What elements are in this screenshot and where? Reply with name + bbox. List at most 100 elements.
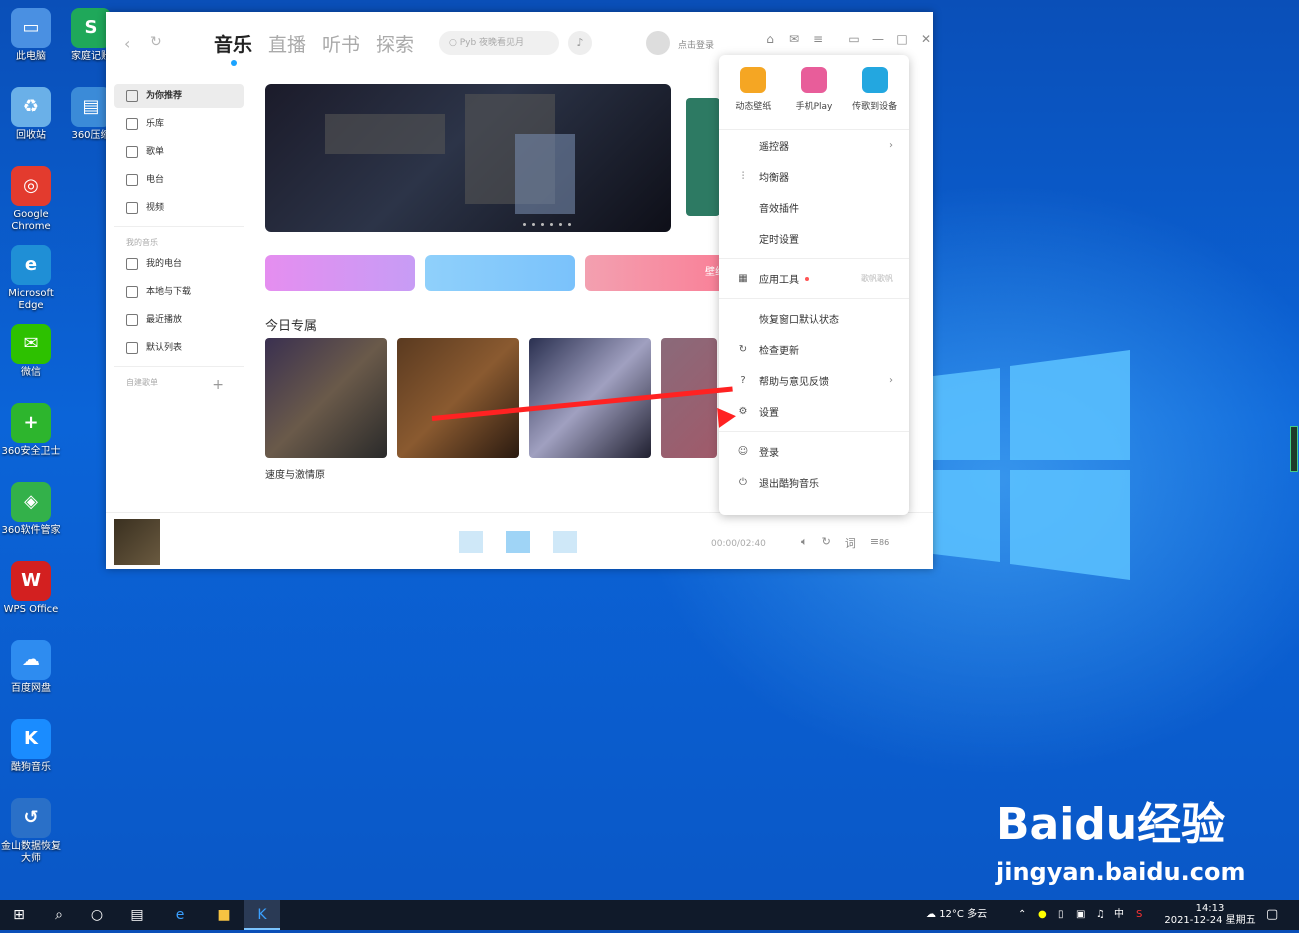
- desktop-icon[interactable]: ↺ 金山数据恢复大师: [0, 798, 64, 865]
- desktop-icon-label: Google Chrome: [11, 209, 51, 232]
- desktop-icon[interactable]: ▭ 此电脑: [0, 8, 64, 63]
- active-tab-indicator: [231, 60, 237, 66]
- weather-widget[interactable]: ☁ 12°C 多云: [926, 900, 1016, 930]
- mail-icon[interactable]: ✉: [786, 32, 802, 46]
- desktop-icon[interactable]: ✉ 微信: [0, 324, 64, 379]
- desktop-icon[interactable]: K 酷狗音乐: [0, 719, 64, 774]
- voice-search-icon[interactable]: ♪: [568, 31, 592, 55]
- desktop-icon[interactable]: ☁ 百度网盘: [0, 640, 64, 695]
- maximize-icon[interactable]: □: [894, 32, 910, 46]
- menu-separator: [719, 298, 909, 299]
- menu-quick-action[interactable]: 传歌到设备: [847, 67, 903, 129]
- custom-playlists-heading: 自建歌单 +: [114, 377, 244, 393]
- wallpaper-entry-card[interactable]: 壁纸: [585, 255, 735, 291]
- menu-item[interactable]: 恢复窗口默认状态: [719, 303, 909, 334]
- notification-icon[interactable]: ▢: [1266, 900, 1286, 930]
- back-icon[interactable]: ‹: [124, 34, 130, 53]
- loop-icon[interactable]: ↻: [822, 535, 831, 551]
- next-button[interactable]: [553, 531, 577, 553]
- playlist-card[interactable]: [265, 338, 387, 458]
- refresh-icon[interactable]: ↻: [150, 34, 162, 50]
- now-playing-cover[interactable]: [114, 519, 160, 565]
- volume-icon[interactable]: ♫: [1096, 900, 1110, 930]
- menu-item[interactable]: 定时设置: [719, 223, 909, 254]
- quick-action-label: 手机Play: [795, 102, 833, 112]
- minimize-icon[interactable]: —: [870, 32, 886, 46]
- tab-live[interactable]: 直播: [268, 30, 306, 57]
- clock[interactable]: 14:13 2021-12-24 星期五: [1160, 900, 1260, 933]
- volume-icon[interactable]: 🔈︎: [801, 535, 808, 551]
- menu-item[interactable]: ⚙ 设置: [719, 396, 909, 427]
- skin-icon[interactable]: ⌂: [762, 32, 778, 46]
- play-button[interactable]: [506, 531, 530, 553]
- tray-expand-icon[interactable]: ⌃: [1018, 900, 1030, 930]
- quick-entry-card[interactable]: [265, 255, 415, 291]
- sidebar-item[interactable]: 本地与下载: [114, 280, 244, 304]
- quick-action-icon: [800, 67, 827, 93]
- network-icon[interactable]: ▣: [1076, 900, 1090, 930]
- card-caption: 速度与激情原: [265, 470, 325, 481]
- menu-item-label: 恢复窗口默认状态: [759, 315, 839, 326]
- kugou-taskbar-icon[interactable]: K: [244, 900, 280, 930]
- sidebar-item[interactable]: 最近播放: [114, 308, 244, 332]
- tab-music[interactable]: 音乐: [214, 30, 252, 57]
- avatar[interactable]: [646, 31, 670, 55]
- sidebar-item[interactable]: 歌单: [114, 140, 244, 164]
- ie-browser-icon[interactable]: e: [162, 900, 198, 930]
- sidebar-item[interactable]: 乐库: [114, 112, 244, 136]
- menu-item[interactable]: 音效插件: [719, 192, 909, 223]
- menu-icon[interactable]: ≡: [810, 32, 826, 46]
- lyrics-button[interactable]: 词: [845, 535, 856, 551]
- menu-item[interactable]: ⏻ 退出酷狗音乐: [719, 467, 909, 498]
- tab-explore[interactable]: 探索: [376, 30, 414, 57]
- menu-item[interactable]: ☺ 登录: [719, 436, 909, 467]
- tray-360-icon[interactable]: ●: [1038, 900, 1052, 930]
- task-view-icon[interactable]: ▤: [122, 900, 152, 930]
- queue-button[interactable]: ≡86: [870, 535, 889, 551]
- desktop-icon[interactable]: e Microsoft Edge: [0, 245, 64, 312]
- prev-button[interactable]: [459, 531, 483, 553]
- playback-time: 00:00/02:40: [711, 539, 766, 549]
- menu-quick-action[interactable]: 动态壁纸: [725, 67, 781, 129]
- banner-pagination[interactable]: [523, 223, 571, 226]
- add-playlist-icon[interactable]: +: [212, 377, 224, 393]
- start-button[interactable]: ⊞: [4, 900, 34, 930]
- login-link[interactable]: 点击登录: [678, 38, 714, 51]
- banner-next-preview[interactable]: [686, 98, 720, 216]
- sidebar-item[interactable]: 电台: [114, 168, 244, 192]
- desktop-icon[interactable]: W WPS Office: [0, 561, 64, 616]
- menu-item[interactable]: ↻ 检查更新: [719, 334, 909, 365]
- desktop-icon[interactable]: ◈ 360软件管家: [0, 482, 64, 537]
- desktop-icon[interactable]: +360安全卫士: [0, 403, 64, 458]
- sidebar-item[interactable]: 我的电台: [114, 252, 244, 276]
- tray-usb-icon[interactable]: ▯: [1058, 900, 1072, 930]
- featured-banner[interactable]: [265, 84, 671, 232]
- menu-quick-action[interactable]: 手机Play: [786, 67, 842, 129]
- cortana-icon[interactable]: ○: [82, 900, 112, 930]
- menu-item[interactable]: ⫶ 均衡器: [719, 161, 909, 192]
- desktop-icon[interactable]: ◎ Google Chrome: [0, 166, 64, 233]
- close-icon[interactable]: ✕: [918, 32, 934, 46]
- playlist-card[interactable]: [397, 338, 519, 458]
- sogou-ime-icon[interactable]: S: [1136, 900, 1150, 930]
- sidebar-item[interactable]: 为你推荐: [114, 84, 244, 108]
- sidebar-item[interactable]: 默认列表: [114, 336, 244, 360]
- playlist-card[interactable]: [661, 338, 717, 458]
- menu-item[interactable]: ▦ 应用工具 歌帆歌帆: [719, 263, 909, 294]
- menu-item-label: 均衡器: [759, 173, 789, 184]
- mini-mode-icon[interactable]: ▭: [846, 32, 862, 46]
- sidebar-item[interactable]: 视频: [114, 196, 244, 220]
- app-icon: e: [11, 245, 51, 285]
- desktop-icon[interactable]: ♻ 回收站: [0, 87, 64, 142]
- app-icon: ✉: [11, 324, 51, 364]
- menu-item-label: 退出酷狗音乐: [759, 479, 819, 490]
- menu-item[interactable]: ? 帮助与意见反馈 ›: [719, 365, 909, 396]
- quick-entry-card[interactable]: [425, 255, 575, 291]
- search-icon[interactable]: ⌕: [44, 900, 74, 930]
- ime-indicator[interactable]: 中: [1114, 900, 1128, 930]
- search-input[interactable]: ○ Pyb 夜晚看见月: [439, 31, 559, 55]
- equalizer-icon: ⫶: [741, 171, 745, 182]
- tab-audiobook[interactable]: 听书: [322, 30, 360, 57]
- menu-item[interactable]: 遥控器 ›: [719, 130, 909, 161]
- file-explorer-icon[interactable]: ■: [206, 900, 242, 930]
